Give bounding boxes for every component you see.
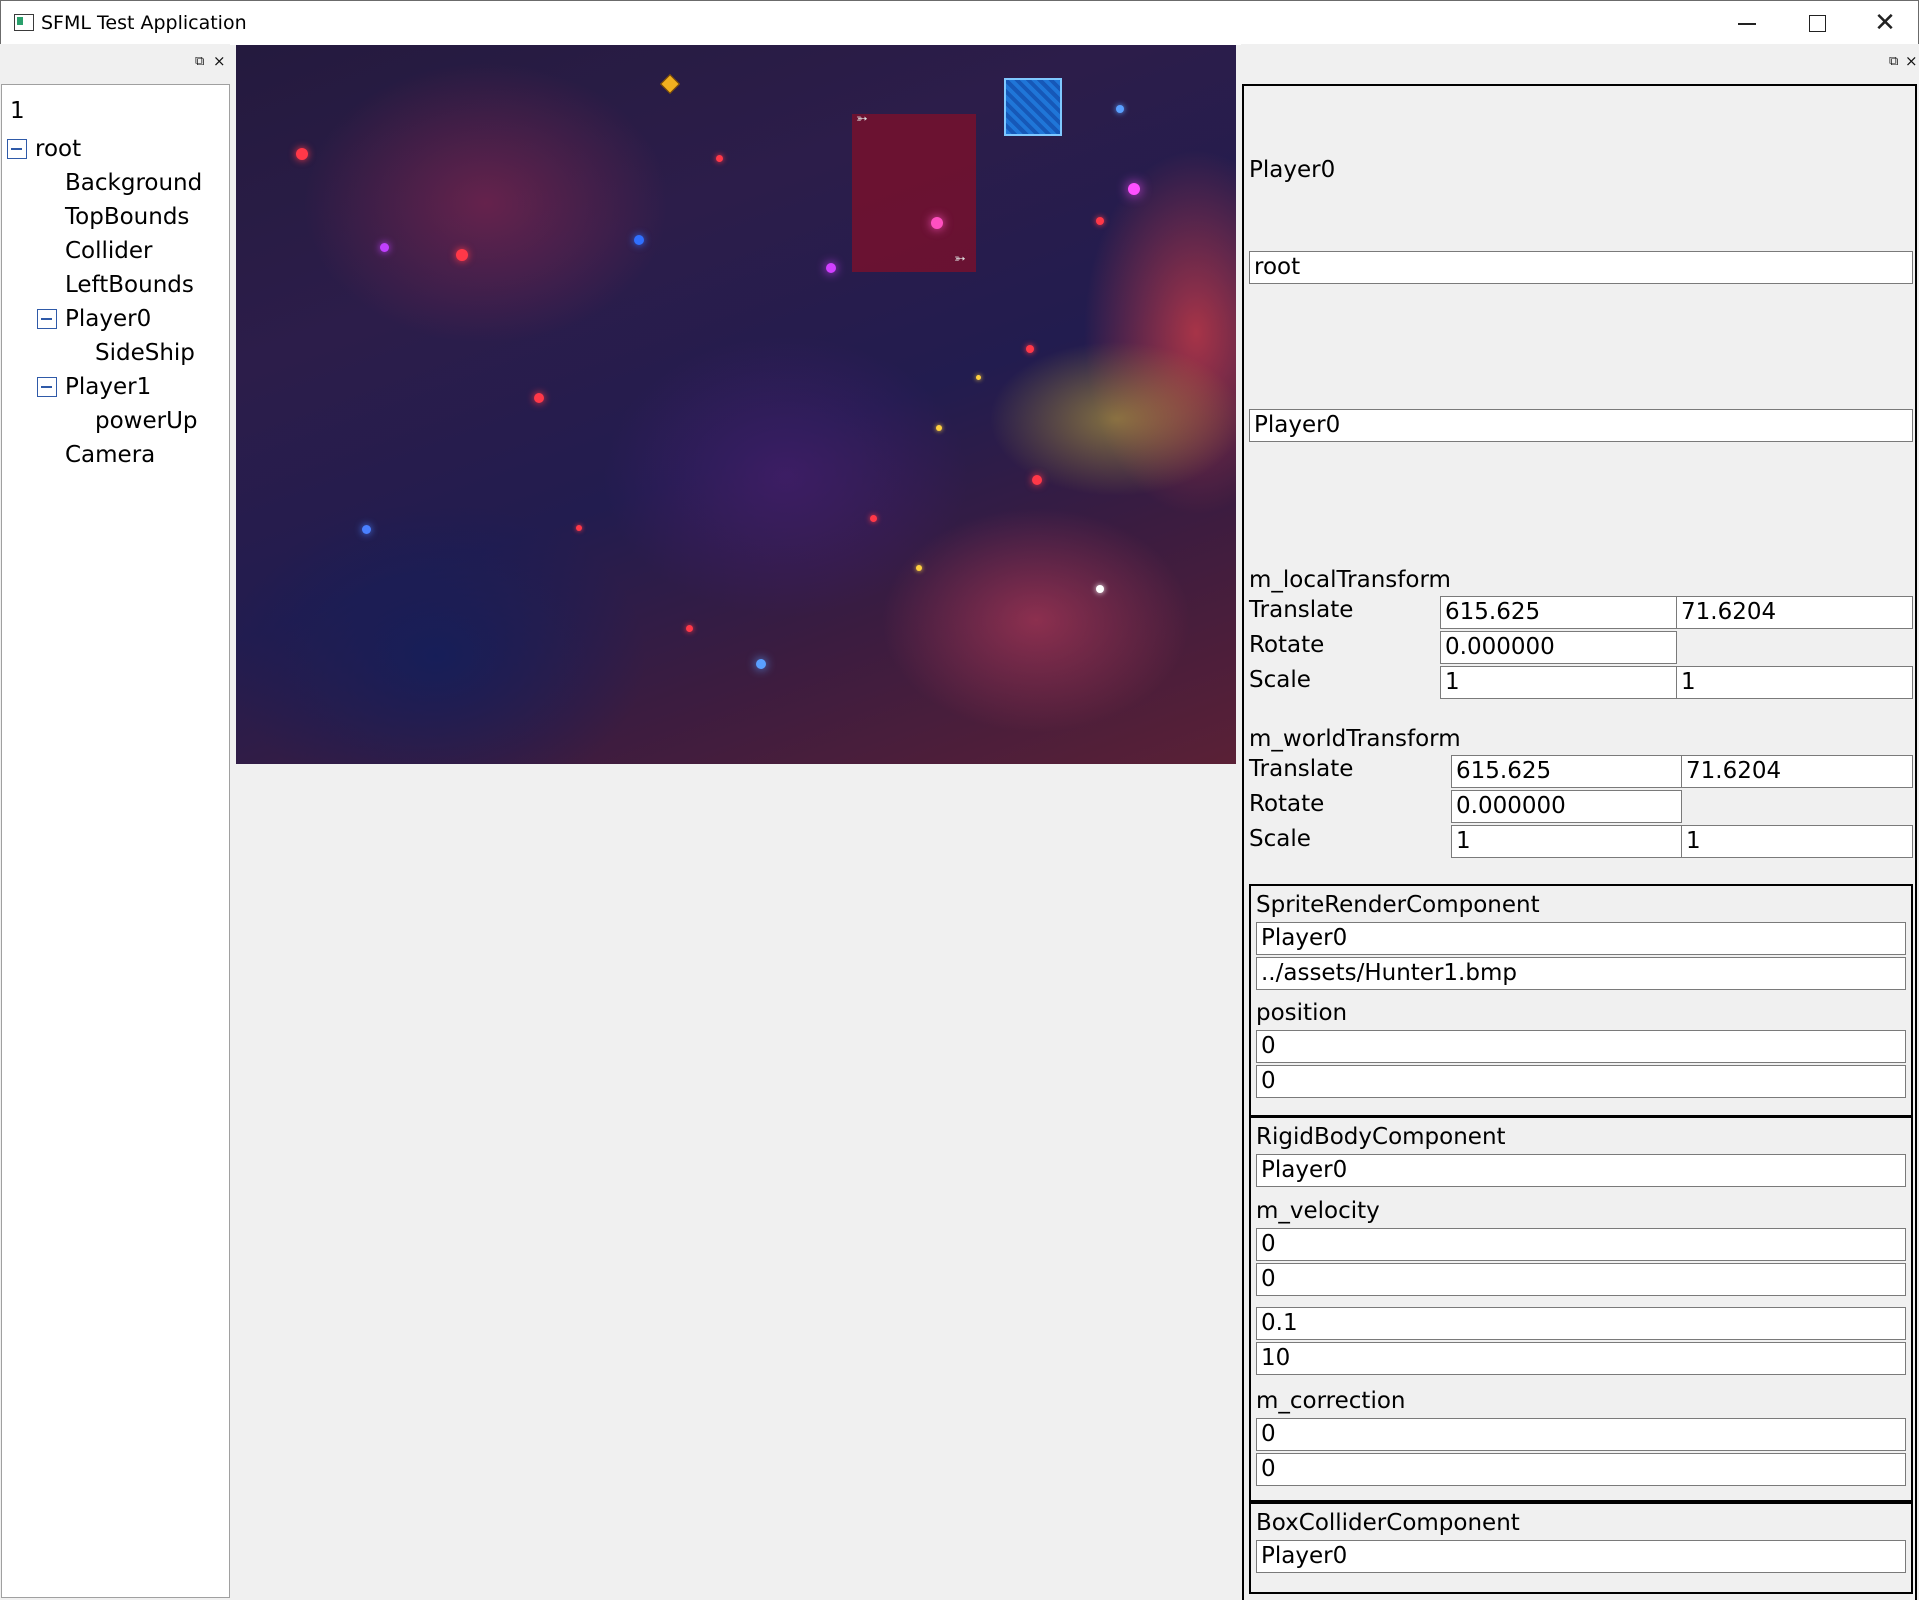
tree-item-player0[interactable]: Player0 <box>65 302 151 336</box>
maximize-icon <box>1808 15 1826 32</box>
world-scale-label: Scale <box>1249 826 1311 852</box>
local-scale-x-field[interactable]: 1 <box>1440 666 1677 699</box>
box-collider-owner-field[interactable]: Player0 <box>1256 1540 1906 1573</box>
world-translate-x-field[interactable]: 615.625 <box>1451 755 1682 788</box>
star <box>456 249 468 261</box>
star <box>756 659 766 669</box>
star <box>296 148 308 160</box>
world-translate-label: Translate <box>1249 756 1354 782</box>
velocity-x-field[interactable]: 0 <box>1256 1228 1906 1261</box>
local-translate-x-field[interactable]: 615.625 <box>1440 596 1677 629</box>
tree-item-powerup[interactable]: powerUp <box>95 404 198 438</box>
star <box>1116 105 1124 113</box>
world-transform-title: m_worldTransform <box>1249 726 1461 752</box>
dock-float-icon[interactable]: ⧉ <box>195 54 204 69</box>
player-ship-sprite <box>660 74 680 94</box>
game-viewport[interactable]: ➳ ➳ <box>236 45 1236 764</box>
expand-toggle-player0[interactable] <box>37 309 57 329</box>
tree-item-background[interactable]: Background <box>65 166 202 200</box>
dock-float-icon[interactable]: ⧉ <box>1889 54 1898 69</box>
star <box>936 425 942 431</box>
world-scale-x-field[interactable]: 1 <box>1451 825 1682 858</box>
star <box>1026 345 1034 353</box>
star <box>534 393 544 403</box>
sprite-path-field[interactable]: ../assets/Hunter1.bmp <box>1256 957 1906 990</box>
close-button[interactable]: ✕ <box>1850 1 1919 45</box>
velocity-label: m_velocity <box>1256 1198 1380 1224</box>
sprite-render-title: SpriteRenderComponent <box>1256 892 1540 918</box>
inspector-dock-header: ⧉ × <box>1241 44 1919 82</box>
local-rotate-label: Rotate <box>1249 632 1325 658</box>
star <box>362 525 371 534</box>
local-translate-y-field[interactable]: 71.6204 <box>1676 596 1913 629</box>
local-rotate-field[interactable]: 0.000000 <box>1440 631 1677 664</box>
sprite-position-x-field[interactable]: 0 <box>1256 1030 1906 1063</box>
local-scale-label: Scale <box>1249 667 1311 693</box>
rigid-body-owner-field[interactable]: Player0 <box>1256 1154 1906 1187</box>
velocity-y-field[interactable]: 0 <box>1256 1263 1906 1296</box>
tree-item-player1[interactable]: Player1 <box>65 370 151 404</box>
rigid-body-title: RigidBodyComponent <box>1256 1124 1506 1150</box>
star <box>634 235 644 245</box>
star <box>870 515 877 522</box>
sprite-render-owner-field[interactable]: Player0 <box>1256 922 1906 955</box>
window-title: SFML Test Application <box>41 12 247 34</box>
minimize-icon <box>1738 23 1756 25</box>
side-ship-sprite: ➳ <box>856 111 868 127</box>
local-translate-label: Translate <box>1249 597 1354 623</box>
star <box>826 263 836 273</box>
star <box>576 525 582 531</box>
correction-x-field[interactable]: 0 <box>1256 1418 1906 1451</box>
app-icon <box>14 14 34 31</box>
parent-field[interactable]: root <box>1249 251 1913 284</box>
maximize-button[interactable] <box>1782 1 1852 45</box>
dock-close-icon[interactable]: × <box>1905 52 1918 70</box>
selected-collider-overlay <box>852 114 976 272</box>
tree-item-leftbounds[interactable]: LeftBounds <box>65 268 194 302</box>
tree-item-sideship[interactable]: SideShip <box>95 336 195 370</box>
tree-count: 1 <box>10 98 25 124</box>
star <box>916 565 922 571</box>
hierarchy-dock: ⧉ × 1 root Background TopBounds Collider… <box>0 44 230 1600</box>
world-translate-y-field[interactable]: 71.6204 <box>1681 755 1913 788</box>
dock-close-icon[interactable]: × <box>213 52 226 70</box>
title-bar: SFML Test Application ✕ <box>0 0 1919 45</box>
scene-tree[interactable]: 1 root Background TopBounds Collider Lef… <box>1 84 230 1598</box>
star <box>931 217 943 229</box>
powerup-sprite <box>1004 78 1062 136</box>
enemy-ship-sprite: ➳ <box>954 251 966 267</box>
hierarchy-dock-header: ⧉ × <box>0 44 230 82</box>
star <box>686 625 693 632</box>
star <box>1128 183 1140 195</box>
star <box>976 375 981 380</box>
star <box>380 243 389 252</box>
name-field[interactable]: Player0 <box>1249 409 1913 442</box>
star <box>1096 585 1104 593</box>
tree-item-topbounds[interactable]: TopBounds <box>65 200 189 234</box>
world-rotate-field[interactable]: 0.000000 <box>1451 790 1682 823</box>
rigid-body-value-a-field[interactable]: 0.1 <box>1256 1307 1906 1340</box>
correction-y-field[interactable]: 0 <box>1256 1453 1906 1486</box>
inspector-heading: Player0 <box>1249 157 1336 183</box>
world-rotate-label: Rotate <box>1249 791 1325 817</box>
tree-item-camera[interactable]: Camera <box>65 438 155 472</box>
minimize-button[interactable] <box>1712 1 1782 45</box>
tree-item-root[interactable]: root <box>35 132 81 166</box>
expand-toggle-root[interactable] <box>7 139 27 159</box>
star <box>716 155 723 162</box>
box-collider-title: BoxColliderComponent <box>1256 1510 1520 1536</box>
local-transform-title: m_localTransform <box>1249 567 1451 593</box>
close-icon: ✕ <box>1874 8 1896 38</box>
rigid-body-value-b-field[interactable]: 10 <box>1256 1342 1906 1375</box>
correction-label: m_correction <box>1256 1388 1406 1414</box>
sprite-position-y-field[interactable]: 0 <box>1256 1065 1906 1098</box>
sprite-position-label: position <box>1256 1000 1348 1026</box>
world-scale-y-field[interactable]: 1 <box>1681 825 1913 858</box>
tree-item-collider[interactable]: Collider <box>65 234 153 268</box>
star <box>1032 475 1042 485</box>
expand-toggle-player1[interactable] <box>37 377 57 397</box>
star <box>1096 217 1104 225</box>
local-scale-y-field[interactable]: 1 <box>1676 666 1913 699</box>
